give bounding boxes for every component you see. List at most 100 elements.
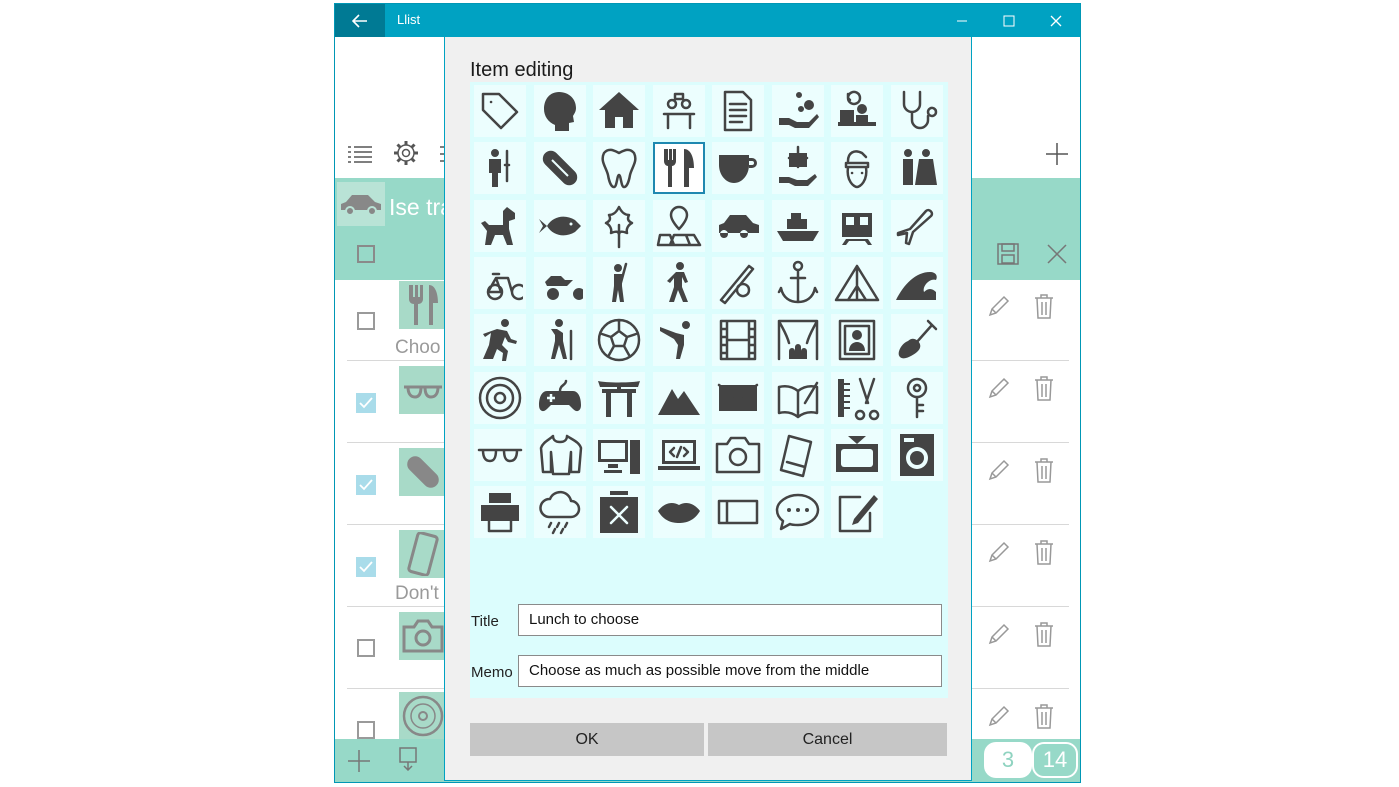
meeting-icon[interactable]	[652, 85, 705, 137]
trash-icon[interactable]	[1034, 621, 1054, 647]
gear-icon[interactable]	[393, 140, 419, 166]
tv-icon[interactable]	[831, 428, 883, 481]
pencil-icon[interactable]	[986, 459, 1010, 483]
memo-input[interactable]: Choose as much as possible move from the…	[518, 655, 942, 687]
dog-icon[interactable]	[474, 199, 526, 252]
mountain-icon[interactable]	[652, 371, 705, 424]
tag-icon[interactable]	[474, 85, 526, 137]
row-checkbox-checked[interactable]	[356, 475, 376, 495]
gamepad-icon[interactable]	[533, 371, 586, 424]
map-pin-icon[interactable]	[652, 199, 705, 252]
portrait-icon[interactable]	[831, 314, 883, 367]
pill-icon	[399, 448, 447, 496]
book-pen-icon[interactable]	[771, 371, 824, 424]
hand-bubbles-icon[interactable]	[771, 85, 824, 137]
pill-icon[interactable]	[533, 142, 586, 195]
trash-icon[interactable]	[1034, 457, 1054, 483]
arrow-left-icon	[352, 13, 367, 28]
trash-icon[interactable]	[1034, 539, 1054, 565]
theater-icon[interactable]	[771, 314, 824, 367]
tablet-icon[interactable]	[771, 428, 824, 481]
rain-cloud-icon[interactable]	[533, 486, 586, 539]
laptop-code-icon[interactable]	[652, 428, 705, 481]
trash-icon[interactable]	[1034, 293, 1054, 319]
couple-icon[interactable]	[890, 142, 943, 195]
stethoscope-icon[interactable]	[890, 85, 943, 137]
wave-icon[interactable]	[890, 256, 943, 309]
running-icon[interactable]	[474, 314, 526, 367]
washing-machine-icon[interactable]	[890, 428, 943, 481]
baseball-icon[interactable]	[712, 256, 764, 309]
camera-icon[interactable]	[712, 428, 764, 481]
santa-icon[interactable]	[831, 142, 883, 195]
airplane-icon[interactable]	[890, 199, 943, 252]
envelope-icon[interactable]	[712, 371, 764, 424]
ship-icon[interactable]	[771, 199, 824, 252]
select-all-checkbox[interactable]	[357, 245, 375, 263]
trash-icon[interactable]	[1034, 375, 1054, 401]
maximize-button[interactable]	[986, 4, 1032, 37]
document-icon[interactable]	[712, 85, 764, 137]
cup-icon[interactable]	[712, 142, 764, 195]
comb-scissors-icon[interactable]	[831, 371, 883, 424]
close-icon[interactable]	[1047, 244, 1067, 264]
walking-icon[interactable]	[652, 256, 705, 309]
glasses-icon[interactable]	[474, 428, 526, 481]
film-icon[interactable]	[712, 314, 764, 367]
soccer-ball-icon[interactable]	[593, 314, 645, 367]
desk-clock-icon[interactable]	[831, 85, 883, 137]
tooth-icon[interactable]	[593, 142, 645, 195]
person-iv-icon[interactable]	[474, 142, 526, 195]
row-checkbox[interactable]	[357, 312, 375, 330]
save-icon[interactable]	[997, 243, 1019, 265]
tent-icon[interactable]	[831, 256, 883, 309]
trash-icon[interactable]	[1034, 703, 1054, 729]
list-icon[interactable]	[347, 145, 373, 163]
save-down-icon[interactable]	[399, 747, 417, 771]
ok-button[interactable]: OK	[470, 723, 704, 756]
key-icon[interactable]	[890, 371, 943, 424]
hiking-icon[interactable]	[533, 314, 586, 367]
title-input[interactable]: Lunch to choose	[518, 604, 942, 636]
golf-icon[interactable]	[593, 256, 645, 309]
torii-icon[interactable]	[593, 371, 645, 424]
pencil-icon[interactable]	[986, 377, 1010, 401]
pencil-icon[interactable]	[986, 705, 1010, 729]
plus-icon[interactable]	[1045, 142, 1069, 166]
bicycle-icon[interactable]	[474, 256, 526, 309]
yoga-icon[interactable]	[652, 314, 705, 367]
motorcycle-icon[interactable]	[533, 256, 586, 309]
cancel-button[interactable]: Cancel	[708, 723, 947, 756]
row-caption: Don't	[395, 583, 439, 604]
chat-icon[interactable]	[771, 486, 824, 539]
pencil-icon[interactable]	[986, 295, 1010, 319]
guitar-icon[interactable]	[890, 314, 943, 367]
trash-bin-icon[interactable]	[593, 486, 645, 539]
car-icon[interactable]	[712, 199, 764, 252]
minimize-button[interactable]	[939, 4, 985, 37]
head-icon[interactable]	[533, 85, 586, 137]
pencil-icon[interactable]	[986, 541, 1010, 565]
lips-icon[interactable]	[652, 486, 705, 539]
cd-icon[interactable]	[474, 371, 526, 424]
fork-knife-icon[interactable]	[652, 142, 705, 195]
printer-icon[interactable]	[474, 486, 526, 539]
ticket-icon[interactable]	[712, 486, 764, 539]
fish-icon[interactable]	[533, 199, 586, 252]
close-button[interactable]	[1033, 4, 1079, 37]
row-checkbox[interactable]	[357, 639, 375, 657]
row-checkbox-checked[interactable]	[356, 557, 376, 577]
edit-note-icon[interactable]	[831, 486, 883, 539]
add-icon[interactable]	[347, 749, 371, 773]
row-checkbox[interactable]	[357, 721, 375, 739]
house-icon[interactable]	[593, 85, 645, 137]
anchor-icon[interactable]	[771, 256, 824, 309]
pencil-icon[interactable]	[986, 623, 1010, 647]
gift-hand-icon[interactable]	[771, 142, 824, 195]
train-icon[interactable]	[831, 199, 883, 252]
back-button[interactable]	[335, 4, 385, 37]
sweater-icon[interactable]	[533, 428, 586, 481]
leaf-icon[interactable]	[593, 199, 645, 252]
desktop-icon[interactable]	[593, 428, 645, 481]
row-checkbox-checked[interactable]	[356, 393, 376, 413]
